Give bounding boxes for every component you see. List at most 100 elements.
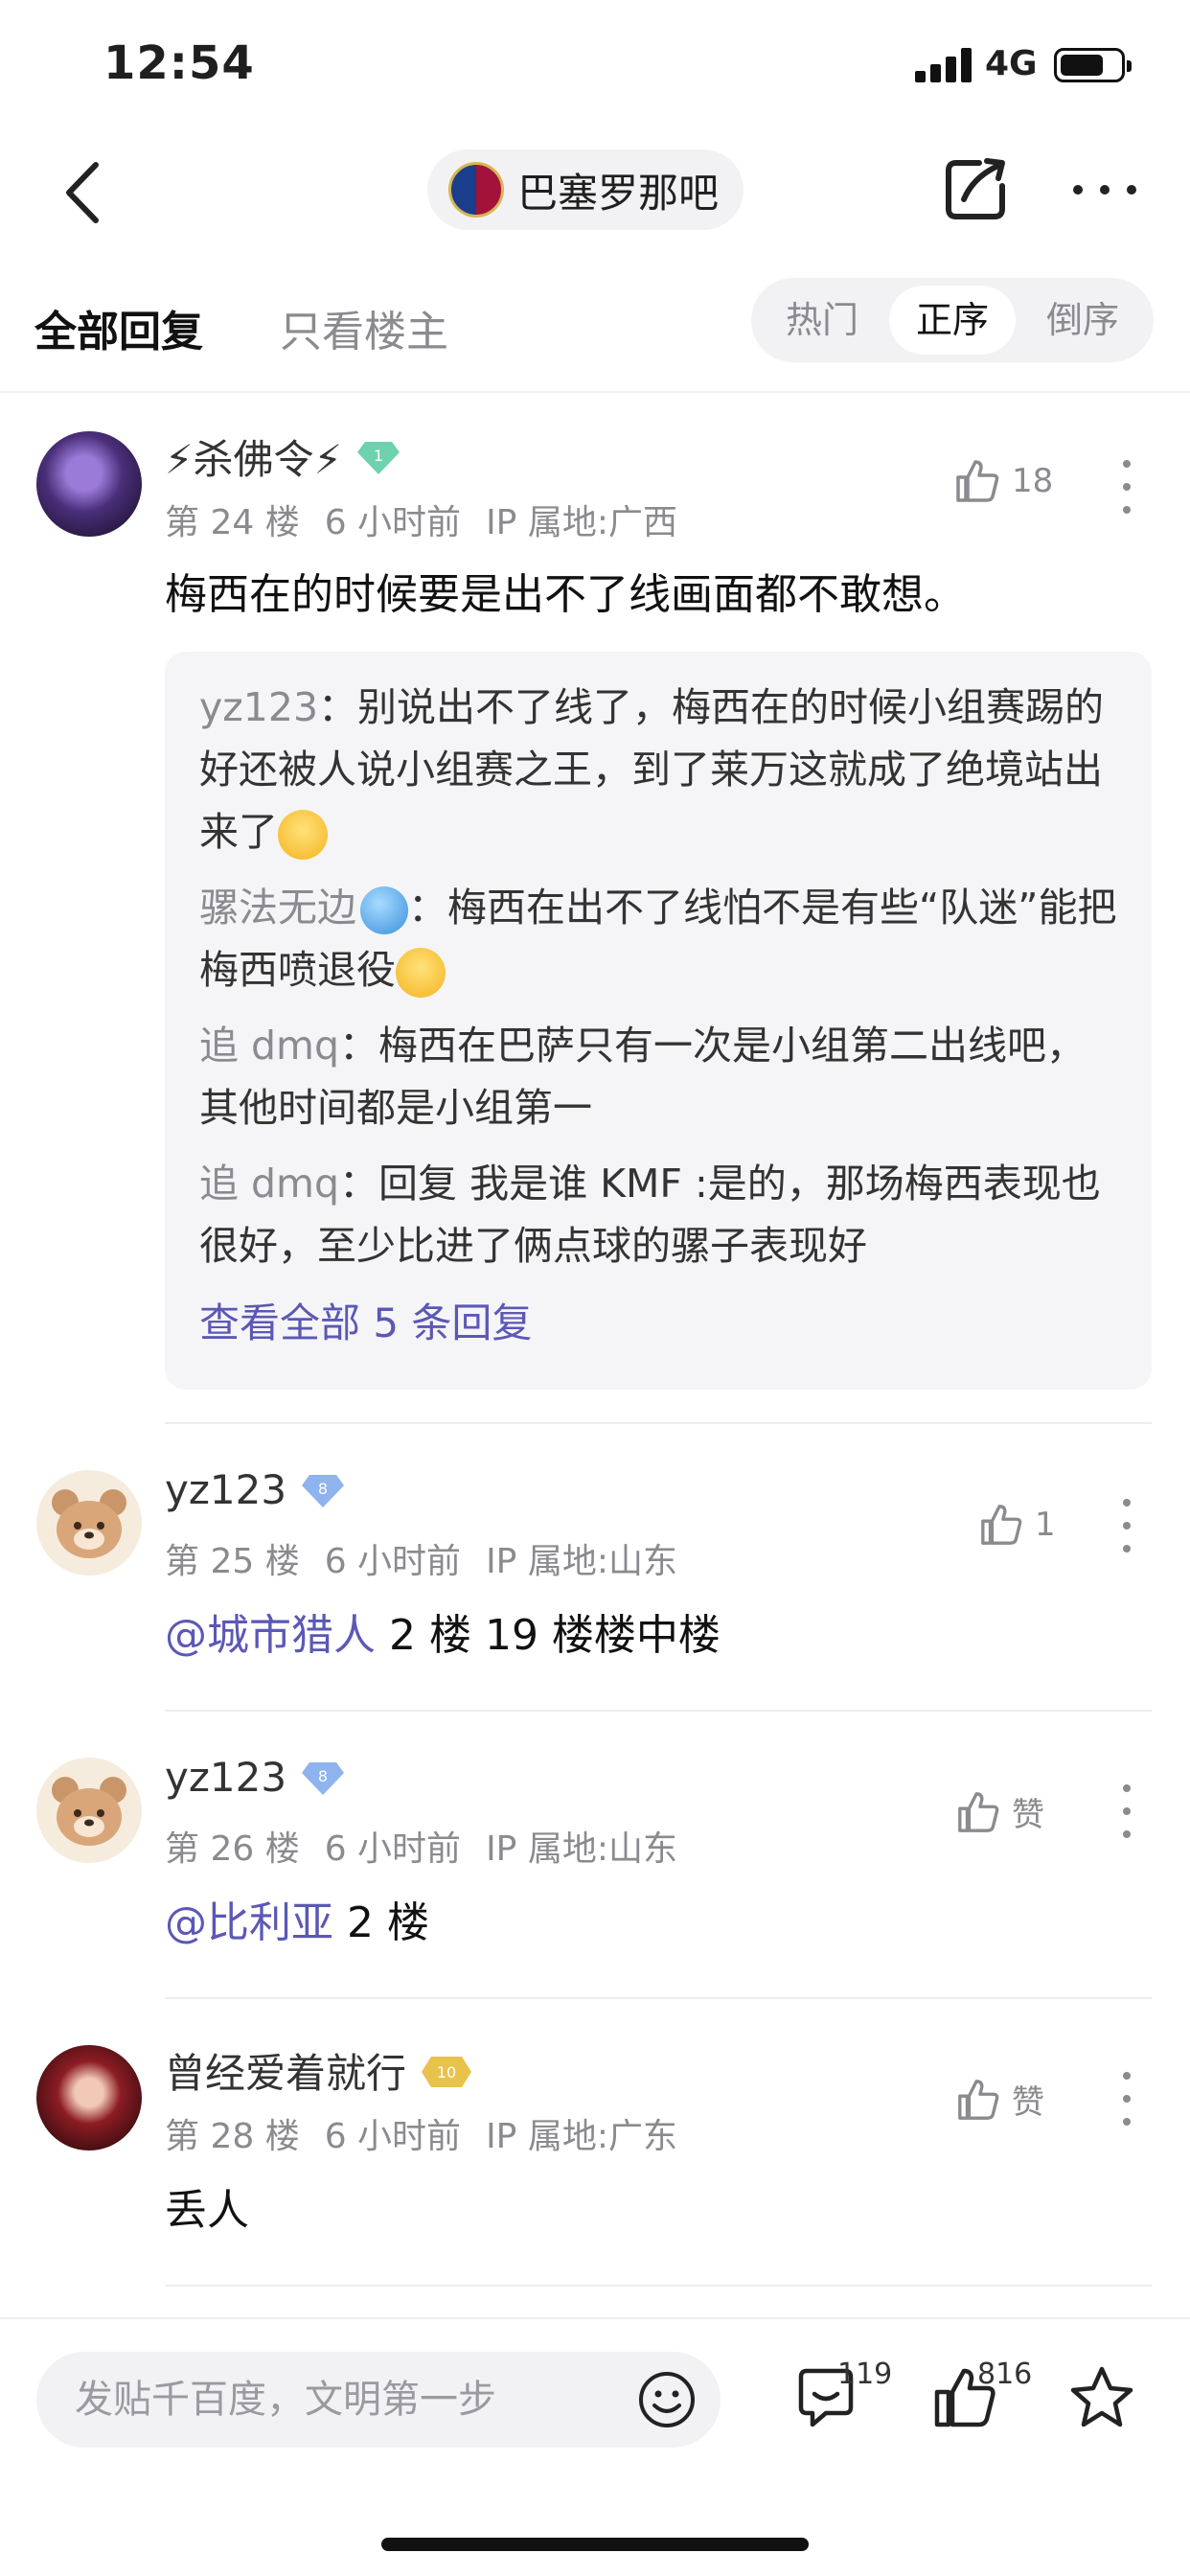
- bear-avatar-icon: [52, 1777, 126, 1846]
- username[interactable]: yz123 8: [165, 1754, 346, 1801]
- sort-ascending[interactable]: 正序: [889, 286, 1016, 355]
- view-all-replies-link[interactable]: 查看全部 5 条回复: [199, 1291, 1117, 1349]
- like-button[interactable]: 18: [954, 458, 1053, 504]
- svg-text:8: 8: [318, 1767, 328, 1785]
- tab-all-replies[interactable]: 全部回复: [34, 297, 203, 358]
- post-time: 6 小时前: [324, 503, 462, 542]
- laughing-emoji-icon: [278, 810, 328, 860]
- post-time: 6 小时前: [324, 1829, 462, 1869]
- like-count-total: 816: [977, 2358, 1033, 2391]
- username[interactable]: ⚡杀佛令⚡ 1: [165, 427, 401, 486]
- reply-input[interactable]: [75, 2352, 611, 2448]
- divider: [165, 2285, 1152, 2287]
- battery-icon: [1054, 48, 1132, 82]
- svg-text:1: 1: [374, 447, 383, 465]
- avatar[interactable]: [36, 431, 142, 537]
- share-icon: [946, 158, 1005, 219]
- username[interactable]: yz123 8: [165, 1466, 346, 1513]
- username-text: yz123: [165, 1754, 287, 1801]
- reply-input-box[interactable]: [36, 2352, 721, 2448]
- post-options-icon[interactable]: [1121, 1499, 1133, 1552]
- avatar[interactable]: [36, 2045, 142, 2150]
- like-label: 赞: [1012, 2083, 1044, 2122]
- nav-bar: 巴塞罗那吧: [0, 134, 1190, 249]
- forum-pill[interactable]: 巴塞罗那吧: [427, 150, 744, 230]
- chevron-left-icon: [66, 162, 99, 223]
- thumbs-up-icon: [958, 1791, 999, 1832]
- reply-author[interactable]: yz123: [199, 684, 318, 730]
- avatar[interactable]: [36, 1758, 142, 1863]
- divider: [165, 1997, 1152, 1999]
- sub-reply: 追 dmq：梅西在巴萨只有一次是小组第二出线吧，其他时间都是小组第一: [199, 1023, 1087, 1131]
- back-button[interactable]: [57, 159, 115, 226]
- sort-toggle: 热门 正序 倒序: [751, 278, 1154, 362]
- forum-name: 巴塞罗那吧: [517, 169, 720, 217]
- level-badge: 10: [420, 2053, 472, 2089]
- svg-text:10: 10: [437, 2063, 456, 2082]
- level-badge: 1: [355, 439, 401, 475]
- signal-icon: [915, 48, 973, 82]
- status-time: 12:54: [103, 36, 255, 90]
- username[interactable]: 曾经爱着就行 10: [165, 2041, 472, 2100]
- post-content: 梅西在的时候要是出不了线画面都不敢想。: [165, 570, 966, 619]
- ip-location: IP 属地:山东: [486, 1829, 677, 1869]
- like-button[interactable]: 1: [979, 1503, 1056, 1547]
- reply-author[interactable]: 骡法无边: [199, 885, 356, 931]
- username-text: 曾经爱着就行: [165, 2050, 407, 2097]
- post-options-icon[interactable]: [1121, 2072, 1133, 2126]
- sub-reply: 追 dmq：回复 我是谁 KMF :是的，那场梅西表现也很好，至少比进了俩点球的…: [199, 1161, 1101, 1269]
- avatar[interactable]: [36, 1470, 142, 1576]
- ip-location: IP 属地:广东: [486, 2117, 677, 2156]
- star-icon[interactable]: [1067, 2363, 1136, 2432]
- mention-link[interactable]: @城市猎人: [165, 1611, 376, 1660]
- mention-link[interactable]: @比利亚: [165, 1898, 333, 1947]
- home-indicator: [381, 2538, 809, 2551]
- post-meta: 第 26 楼 6 小时前 IP 属地:山东: [165, 1821, 702, 1871]
- bear-avatar-icon: [52, 1489, 126, 1558]
- emoji-icon[interactable]: [636, 2369, 698, 2430]
- divider: [0, 391, 1190, 393]
- more-icon[interactable]: [1073, 182, 1136, 197]
- post-time: 6 小时前: [324, 2117, 462, 2156]
- like-label: 赞: [1012, 1796, 1044, 1834]
- post-meta: 第 25 楼 6 小时前 IP 属地:山东: [165, 1533, 702, 1583]
- level-badge: 8: [300, 1760, 346, 1796]
- post-options-icon[interactable]: [1121, 460, 1133, 514]
- reply-filter-bar: 全部回复 只看楼主 热门 正序 倒序: [0, 278, 1190, 393]
- username-text: yz123: [165, 1466, 287, 1513]
- sub-reply: yz123：别说出不了线了，梅西在的时候小组赛踢的好还被人说小组赛之王，到了莱万…: [199, 677, 1117, 863]
- post-options-icon[interactable]: [1121, 1784, 1133, 1838]
- post-time: 6 小时前: [324, 1542, 462, 1581]
- share-button[interactable]: [941, 155, 1010, 224]
- post-meta: 第 24 楼 6 小时前 IP 属地:广西: [165, 494, 702, 544]
- post-content: @比利亚 2 楼: [165, 1894, 429, 1953]
- reply-author[interactable]: 追 dmq: [199, 1023, 339, 1069]
- reply-author[interactable]: 追 dmq: [199, 1161, 339, 1207]
- sub-replies[interactable]: yz123：别说出不了线了，梅西在的时候小组赛踢的好还被人说小组赛之王，到了莱万…: [165, 652, 1152, 1390]
- divider: [165, 1422, 1152, 1424]
- floor-number: 第 25 楼: [165, 1542, 300, 1581]
- sort-hot[interactable]: 热门: [759, 286, 885, 355]
- post-meta: 第 28 楼 6 小时前 IP 属地:广东: [165, 2108, 702, 2158]
- forum-logo: [448, 162, 504, 218]
- like-button[interactable]: 赞: [956, 1788, 1044, 1835]
- reply-text: 别说出不了线了，梅西在的时候小组赛踢的好还被人说小组赛之王，到了莱万这就成了绝境…: [199, 684, 1105, 855]
- laughing-emoji-icon: [396, 948, 446, 998]
- svg-text:8: 8: [318, 1480, 328, 1498]
- post-content: 丢人: [165, 2186, 249, 2235]
- sort-descending[interactable]: 倒序: [1019, 286, 1146, 355]
- thumbs-up-icon: [956, 460, 999, 502]
- tab-owner-only[interactable]: 只看楼主: [280, 297, 448, 358]
- status-bar: 12:54 4G: [0, 0, 1190, 125]
- ip-location: IP 属地:山东: [486, 1542, 677, 1581]
- post-content: @城市猎人 2 楼 19 楼楼中楼: [165, 1606, 721, 1666]
- bottom-bar: 119 816: [0, 2317, 1190, 2576]
- like-count: 1: [1035, 1506, 1056, 1544]
- thumbs-up-icon: [958, 2079, 999, 2120]
- thumbs-up-icon: [981, 1505, 1022, 1545]
- ip-location: IP 属地:广西: [486, 503, 677, 542]
- like-button[interactable]: 赞: [956, 2076, 1044, 2123]
- divider: [165, 1710, 1152, 1712]
- floor-number: 第 24 楼: [165, 503, 300, 542]
- floor-number: 第 28 楼: [165, 2117, 300, 2156]
